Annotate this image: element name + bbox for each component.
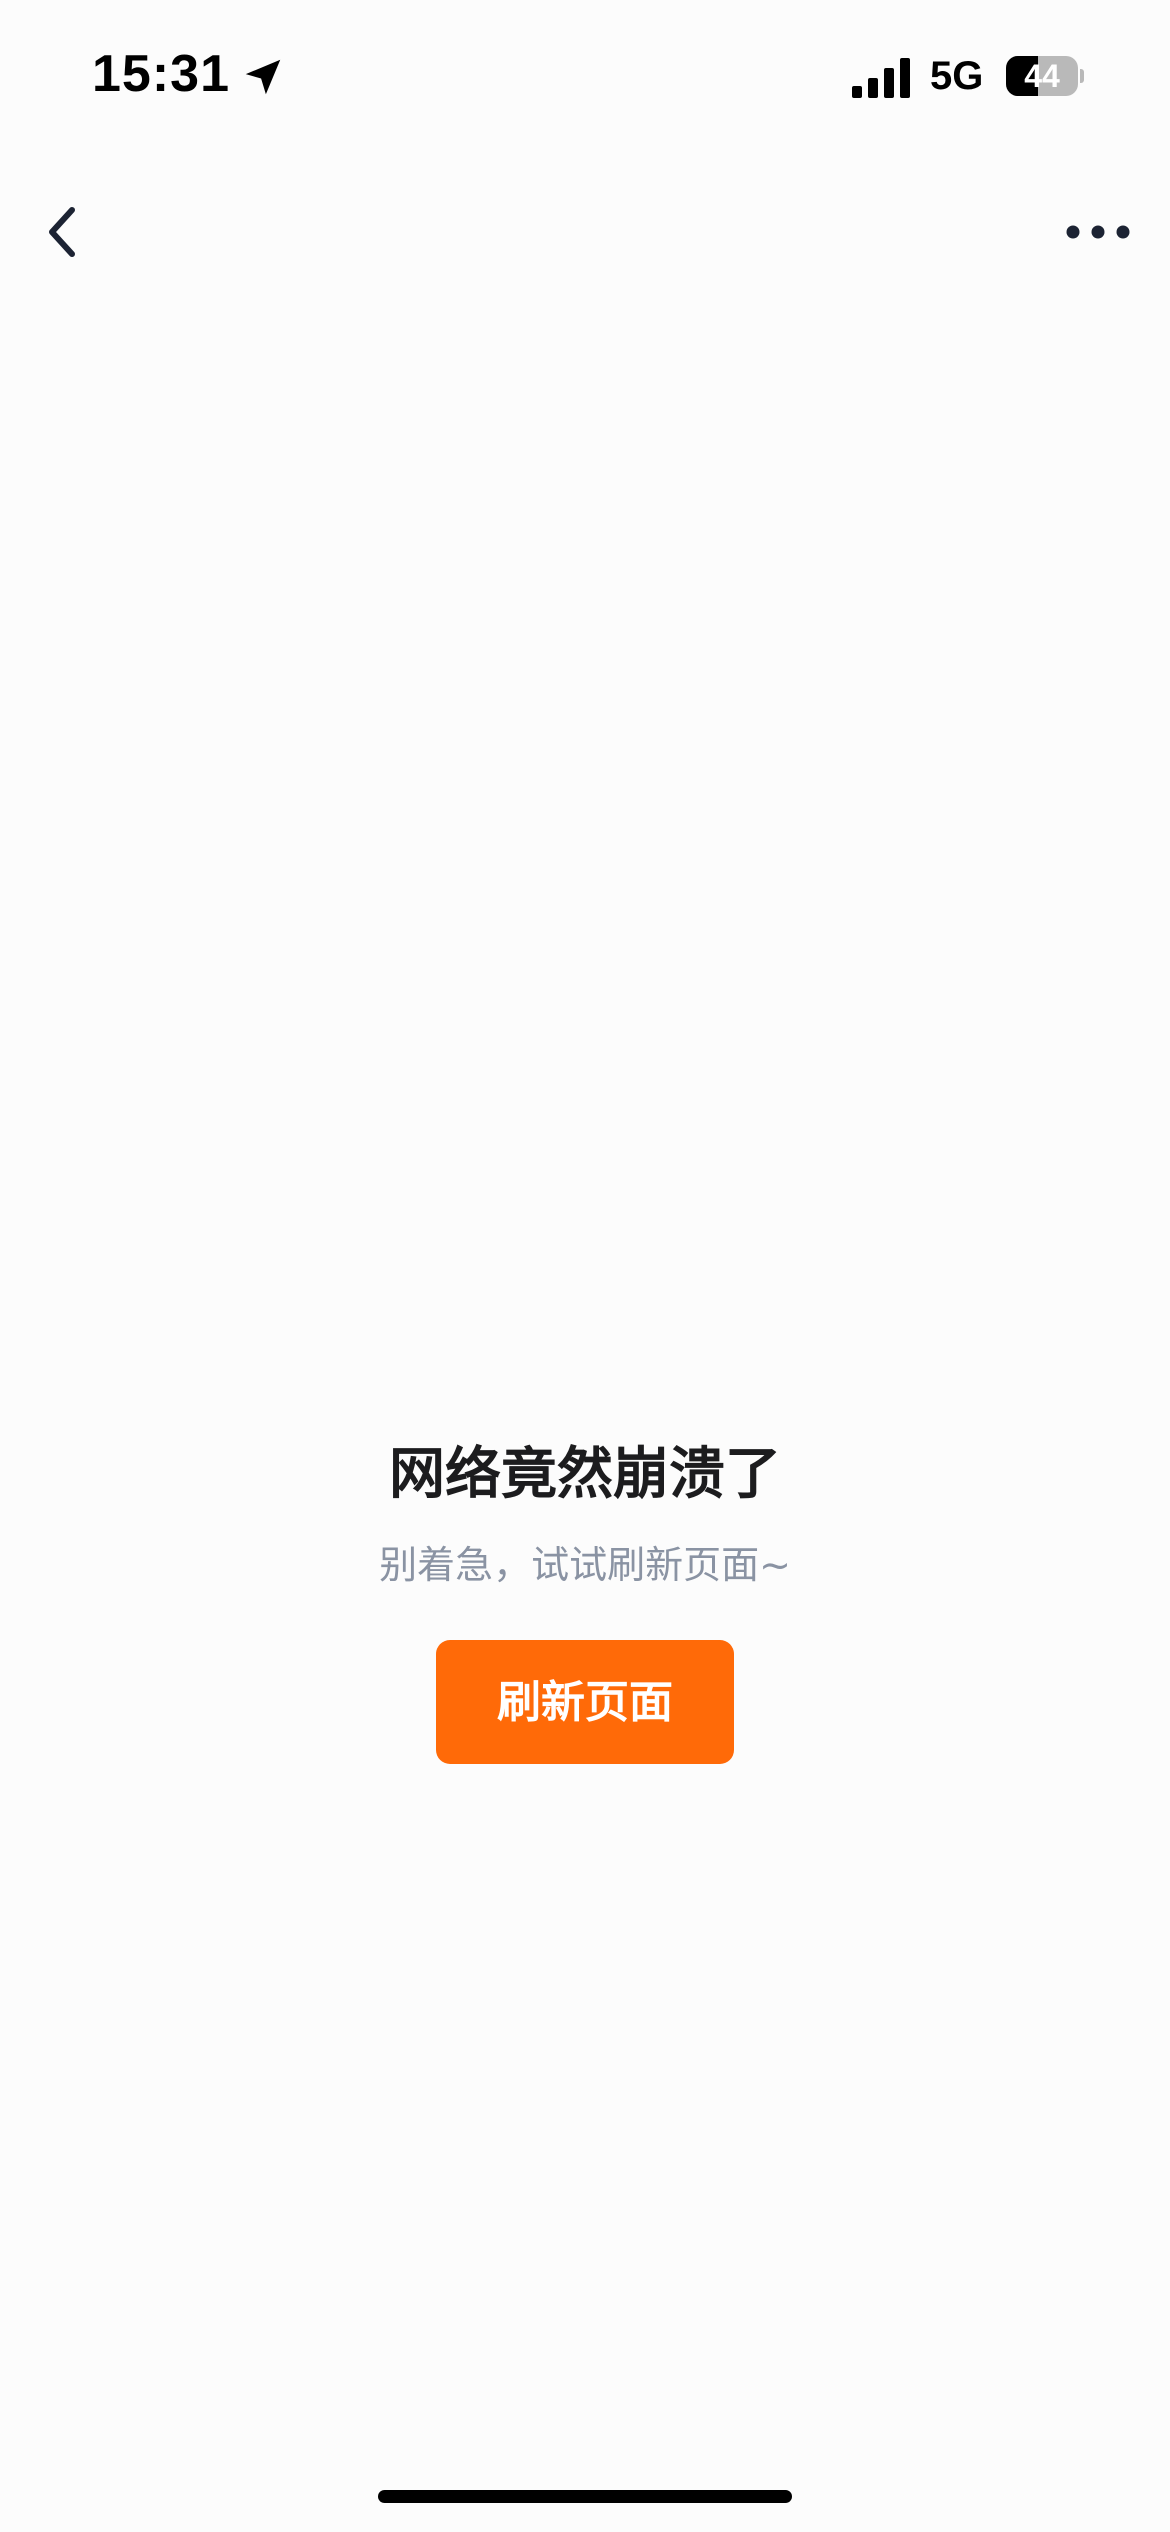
location-arrow-icon (245, 59, 281, 95)
status-bar: 15:31 5G 44 (0, 0, 1170, 150)
signal-bars-icon (852, 58, 910, 98)
battery-level-text: 44 (1024, 58, 1060, 94)
error-title: 网络竟然崩溃了 (389, 1442, 781, 1507)
chevron-left-icon (49, 207, 75, 257)
battery-body: 44 (1006, 56, 1078, 96)
back-button[interactable] (22, 192, 102, 272)
more-options-button[interactable] (1048, 192, 1148, 272)
nav-bar (0, 170, 1170, 300)
more-dots-icon (1066, 225, 1130, 239)
status-time: 15:31 (92, 45, 230, 103)
battery-icon: 44 (1006, 56, 1084, 96)
battery-cap (1080, 69, 1084, 83)
app-screen: 15:31 5G 44 网络竟然崩溃了 别着急，试试刷新页面~ 刷新页面 (0, 0, 1170, 2532)
network-type-label: 5G (930, 54, 984, 98)
refresh-page-button[interactable]: 刷新页面 (436, 1640, 734, 1764)
network-error-panel: 网络竟然崩溃了 别着急，试试刷新页面~ 刷新页面 (0, 1440, 1170, 1764)
home-indicator[interactable] (378, 2490, 792, 2503)
error-subtitle: 别着急，试试刷新页面~ (379, 1543, 791, 1587)
